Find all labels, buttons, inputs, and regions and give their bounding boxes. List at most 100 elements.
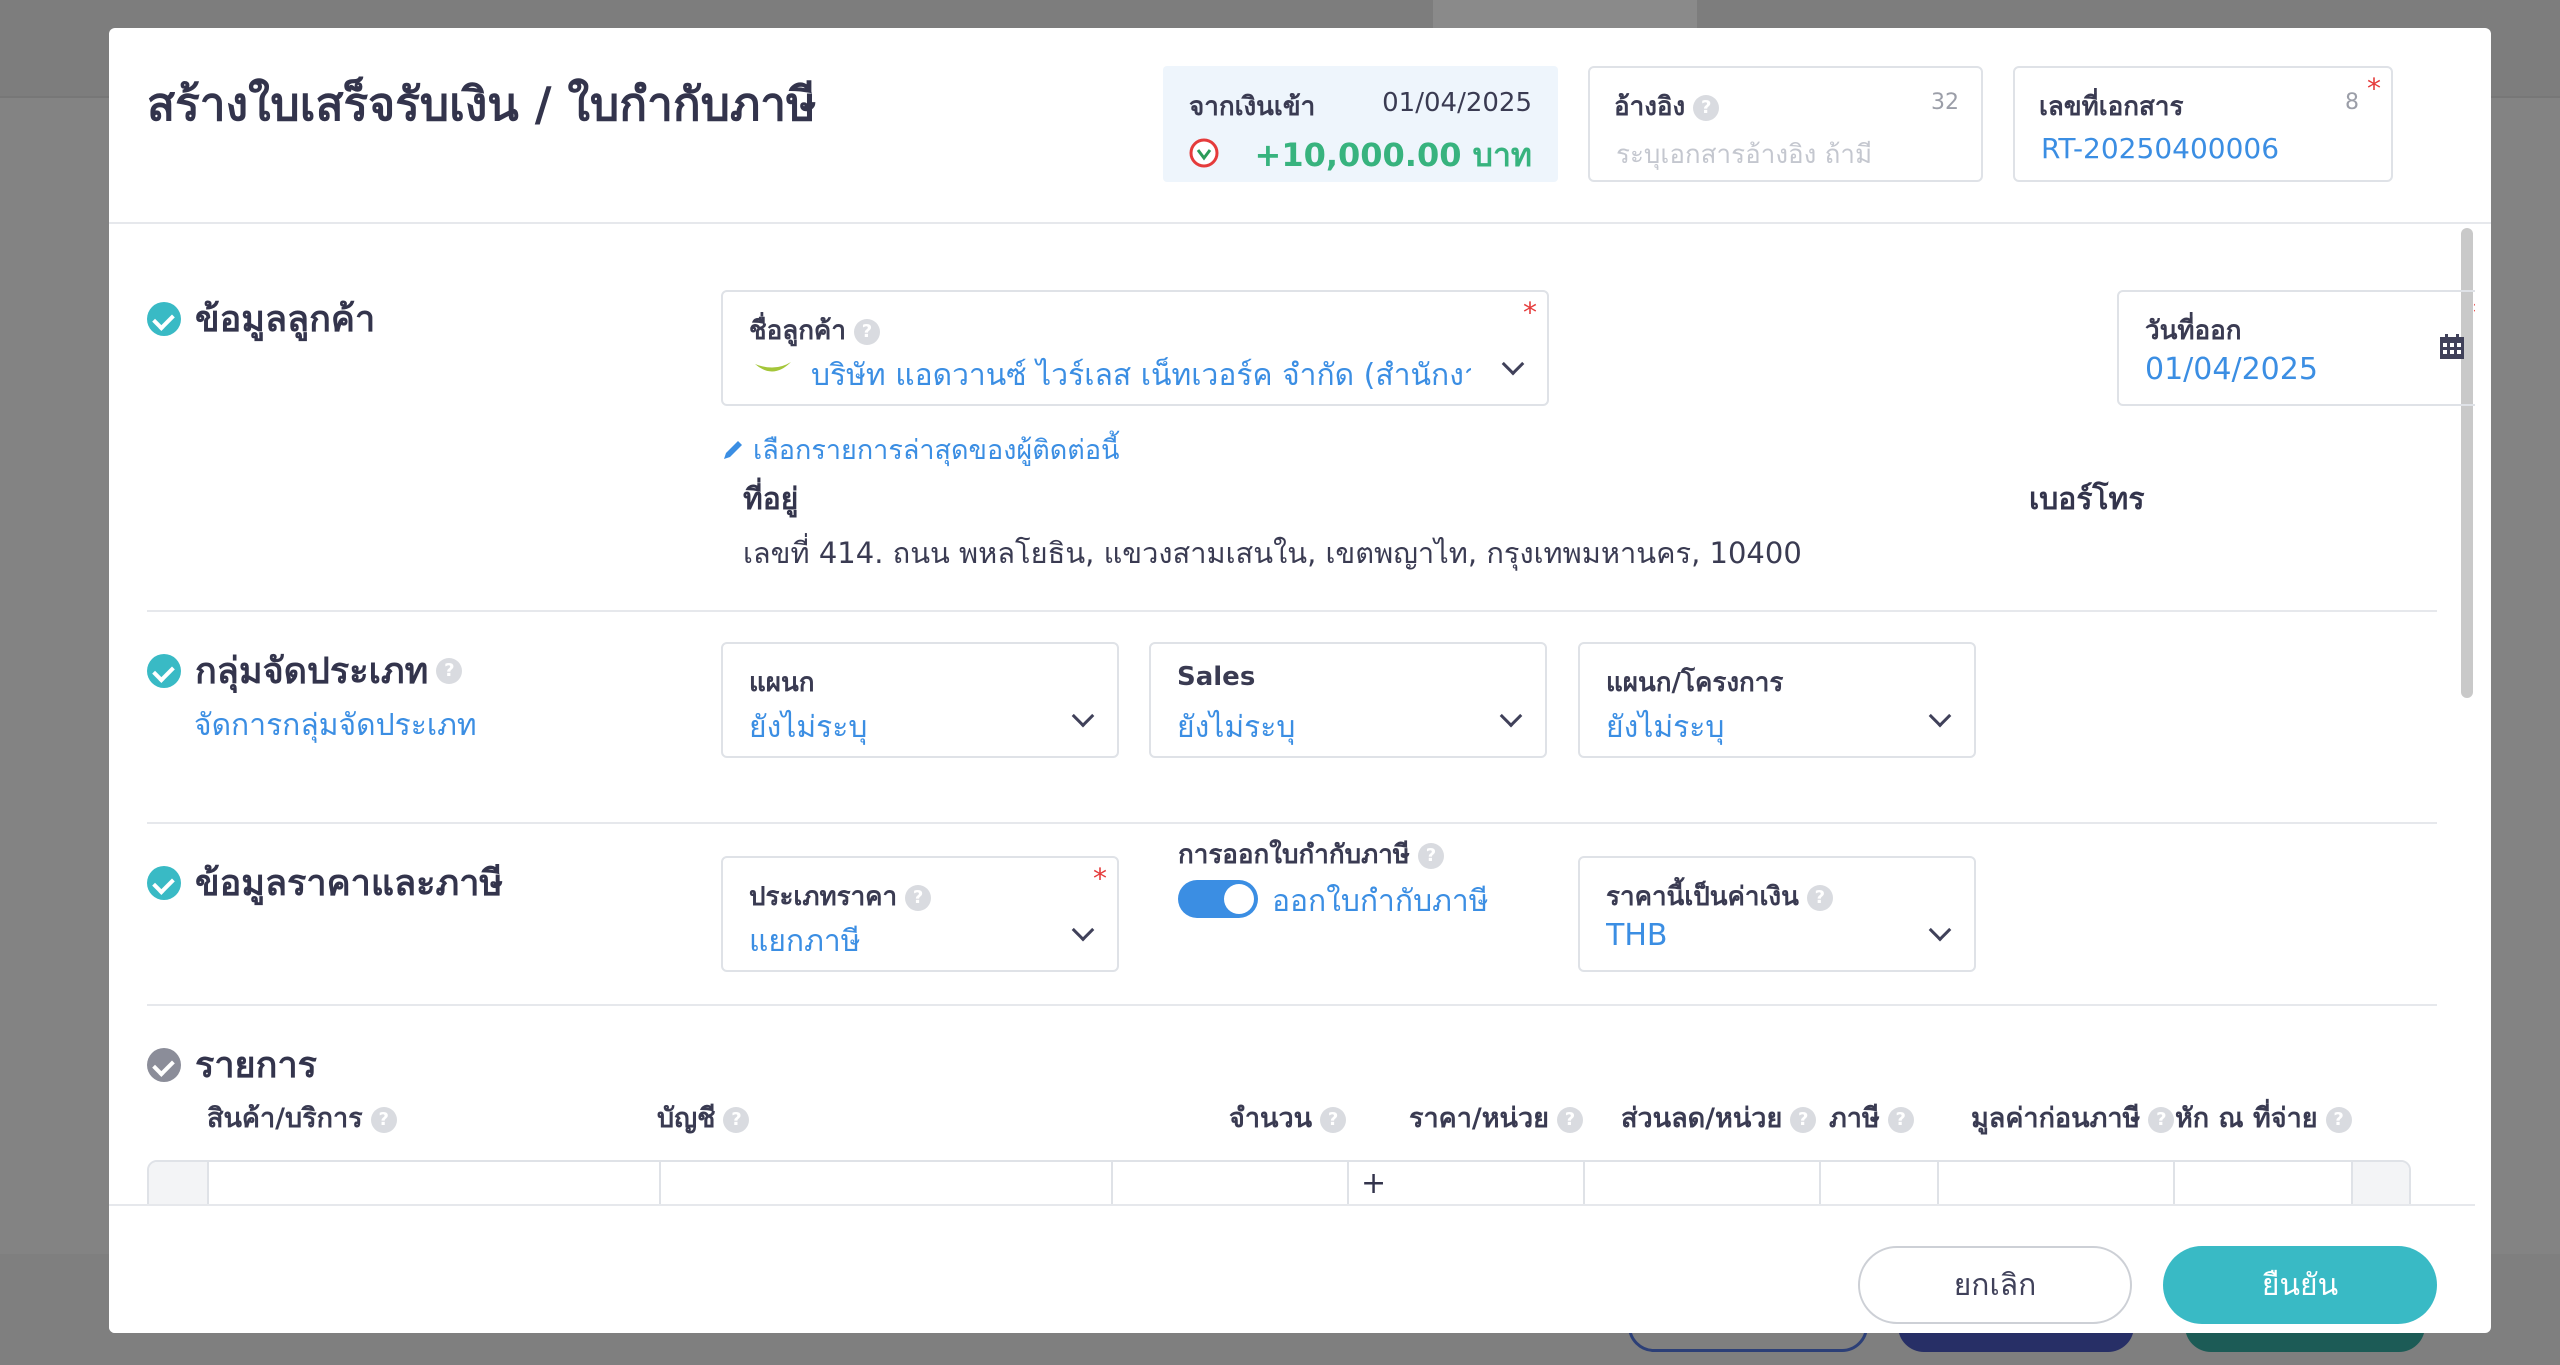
required-mark: * <box>2473 296 2475 329</box>
income-amount: +10,000.00 บาท <box>1254 136 1533 174</box>
income-source-box[interactable]: จากเงินเข้า 01/04/2025 +10,000.00 บาท <box>1163 66 1558 182</box>
project-value: ยังไม่ระบุ <box>1606 710 1725 745</box>
customer-name-label: ชื่อลูกค้า? <box>749 310 880 351</box>
help-icon[interactable]: ? <box>2148 1106 2175 1133</box>
check-circle-icon <box>147 301 181 336</box>
help-icon[interactable]: ? <box>1556 1106 1583 1133</box>
reference-input[interactable]: ระบุเอกสารอ้างอิง ถ้ามี <box>1616 134 1872 175</box>
price-type-select[interactable]: ประเภทราคา? * แยกภาษี <box>721 856 1119 972</box>
account-cell[interactable] <box>659 1162 1111 1204</box>
currency-value: THB <box>1606 918 1668 953</box>
help-icon[interactable]: ? <box>905 884 932 911</box>
classification-section-title: กลุ่มจัดประเภท ? <box>147 642 463 699</box>
help-icon[interactable]: ? <box>1790 1106 1817 1133</box>
project-select[interactable]: แผนก/โครงการ ยังไม่ระบุ <box>1578 642 1976 758</box>
help-icon[interactable]: ? <box>2325 1106 2352 1133</box>
issue-date-field[interactable]: วันที่ออก * 01/04/2025 <box>2117 290 2475 406</box>
discount-cell[interactable] <box>1583 1162 1819 1204</box>
help-icon[interactable]: ? <box>1806 884 1833 911</box>
document-number-char-count: 8 <box>2345 90 2359 115</box>
column-discount: ส่วนลด/หน่วย? <box>1621 1096 1817 1139</box>
tax-invoice-label: การออกใบกำกับภาษี? <box>1178 834 1444 875</box>
modal-body[interactable]: ข้อมูลลูกค้า ชื่อลูกค้า? * บริษัท แอดวาน… <box>109 226 2475 1204</box>
price-type-value: แยกภาษี <box>749 924 861 959</box>
modal-footer: ยกเลิก ยืนยัน <box>109 1204 2475 1333</box>
tax-invoice-toggle-label[interactable]: ออกใบกำกับภาษี <box>1272 878 1489 925</box>
pricing-section-title: ข้อมูลราคาและภาษี <box>147 854 503 911</box>
calendar-icon[interactable] <box>2439 334 2465 360</box>
phone-label: เบอร์โทร <box>2029 482 2145 517</box>
issue-date-label: วันที่ออก <box>2145 316 2242 346</box>
help-icon[interactable]: ? <box>370 1106 397 1133</box>
modal-title: สร้างใบเสร็จรับเงิน / ใบกำกับภาษี <box>147 77 817 131</box>
pre-tax-cell[interactable] <box>1937 1162 2173 1204</box>
section-divider <box>147 610 2437 612</box>
help-icon[interactable]: ? <box>436 657 463 684</box>
income-date: 01/04/2025 <box>1382 88 1532 118</box>
sales-value: ยังไม่ระบุ <box>1177 710 1296 745</box>
help-icon[interactable]: ? <box>1417 842 1444 869</box>
tax-cell[interactable] <box>1819 1162 1937 1204</box>
required-mark: * <box>2367 72 2381 105</box>
background-active-tab <box>1433 0 1697 28</box>
currency-select[interactable]: ราคานี้เป็นค่าเงิน? THB <box>1578 856 1976 972</box>
row-action-cell[interactable] <box>2351 1162 2409 1204</box>
cancel-button[interactable]: ยกเลิก <box>1858 1246 2132 1324</box>
select-recent-link[interactable]: เลือกรายการล่าสุดของผู้ติดต่อนี้ <box>721 428 1120 471</box>
chevron-down-icon <box>1928 704 1952 728</box>
address-value: เลขที่ 414. ถนน พหลโยธิน, แขวงสามเสนใน, … <box>743 536 1802 570</box>
withholding-cell[interactable] <box>2173 1162 2353 1204</box>
required-mark: * <box>1523 296 1537 329</box>
customer-name-select[interactable]: ชื่อลูกค้า? * บริษัท แอดวานซ์ ไวร์เลส เน… <box>721 290 1549 406</box>
column-account: บัญชี? <box>657 1096 750 1139</box>
sales-label: Sales <box>1177 662 1256 692</box>
chevron-down-icon <box>1501 352 1525 376</box>
toggle-knob <box>1224 884 1254 914</box>
reference-field[interactable]: อ้างอิง? 32 ระบุเอกสารอ้างอิง ถ้ามี <box>1588 66 1983 182</box>
manage-classification-link[interactable]: จัดการกลุ่มจัดประเภท <box>194 702 477 749</box>
help-icon[interactable]: ? <box>723 1106 750 1133</box>
price-type-label: ประเภทราคา? <box>749 876 932 917</box>
column-product: สินค้า/บริการ? <box>207 1096 397 1139</box>
department-label: แผนก <box>749 668 815 698</box>
column-unit-price: ราคา/หน่วย? <box>1409 1096 1583 1139</box>
document-number-input[interactable]: RT-20250400006 <box>2041 132 2279 165</box>
section-divider <box>147 1004 2437 1006</box>
plus-icon[interactable]: + <box>1361 1166 1386 1201</box>
chevron-down-icon <box>1499 704 1523 728</box>
required-mark: * <box>1093 862 1107 895</box>
issue-date-value: 01/04/2025 <box>2145 352 2318 387</box>
check-circle-icon <box>147 1047 181 1082</box>
reference-label: อ้างอิง? <box>1614 92 1720 122</box>
help-icon[interactable]: ? <box>1887 1106 1914 1133</box>
help-icon[interactable]: ? <box>1320 1106 1347 1133</box>
product-cell[interactable] <box>207 1162 659 1204</box>
column-tax: ภาษี? <box>1829 1096 1914 1139</box>
create-receipt-modal: สร้างใบเสร็จรับเงิน / ใบกำกับภาษี จากเงิ… <box>109 28 2491 1333</box>
sales-select[interactable]: Sales ยังไม่ระบุ <box>1149 642 1547 758</box>
chevron-down-icon <box>1071 704 1095 728</box>
row-drag-handle[interactable] <box>149 1162 207 1204</box>
bank-logo-icon <box>1189 138 1219 168</box>
pencil-icon <box>724 440 742 459</box>
chevron-down-icon <box>1071 918 1095 942</box>
address-label: ที่อยู่ <box>743 482 799 517</box>
items-section-title: รายการ <box>147 1036 317 1093</box>
column-quantity: จำนวน? <box>1229 1096 1347 1139</box>
table-row: + <box>147 1160 2411 1204</box>
confirm-button[interactable]: ยืนยัน <box>2163 1246 2437 1324</box>
department-select[interactable]: แผนก ยังไม่ระบุ <box>721 642 1119 758</box>
document-number-label: เลขที่เอกสาร <box>2039 92 2184 122</box>
column-withholding: หัก ณ ที่จ่าย? <box>2175 1096 2352 1139</box>
chevron-down-icon <box>1928 918 1952 942</box>
income-label: จากเงินเข้า <box>1189 92 1316 122</box>
document-number-field[interactable]: เลขที่เอกสาร 8 * RT-20250400006 <box>2013 66 2393 182</box>
section-divider <box>147 822 2437 824</box>
modal-header: สร้างใบเสร็จรับเงิน / ใบกำกับภาษี จากเงิ… <box>109 28 2491 224</box>
quantity-cell[interactable] <box>1111 1162 1347 1204</box>
help-icon[interactable]: ? <box>853 318 880 345</box>
tax-invoice-toggle[interactable] <box>1178 880 1258 918</box>
department-value: ยังไม่ระบุ <box>749 710 868 745</box>
help-icon[interactable]: ? <box>1693 94 1720 121</box>
company-logo-icon <box>755 362 791 372</box>
